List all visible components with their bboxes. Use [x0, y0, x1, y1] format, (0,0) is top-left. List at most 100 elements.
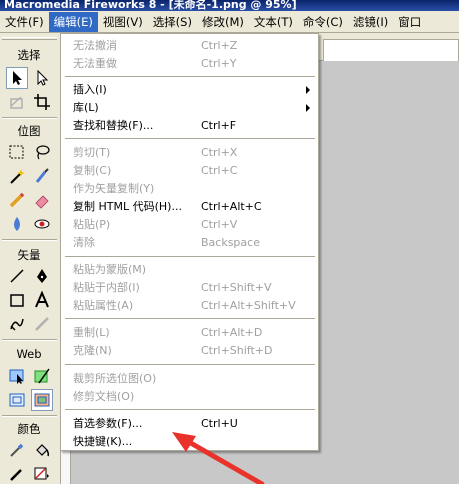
- menu-item-label: 粘贴属性(A): [73, 299, 134, 312]
- menu-item-label: 库(L): [73, 101, 99, 114]
- menu-item-shortcut: Ctrl+Shift+V: [201, 281, 272, 294]
- menu-item-clone[interactable]: 克隆(N) Ctrl+Shift+D: [62, 342, 317, 360]
- menu-item-copy-html[interactable]: 复制 HTML 代码(H)... Ctrl+Alt+C: [62, 198, 317, 216]
- menu-item-shortcut: Backspace: [201, 236, 260, 249]
- menu-window[interactable]: 窗口: [393, 12, 426, 32]
- menu-item-cut[interactable]: 剪切(T) Ctrl+X: [62, 144, 317, 162]
- menu-edit[interactable]: 编辑(E): [48, 11, 98, 32]
- menu-item-label: 重制(L): [73, 326, 110, 339]
- menu-item-label: 复制 HTML 代码(H)...: [73, 200, 182, 213]
- menu-item-library[interactable]: 库(L): [62, 99, 317, 117]
- fill-color-icon[interactable]: [31, 463, 53, 484]
- panel-grip[interactable]: [2, 37, 57, 40]
- menu-item-duplicate[interactable]: 重制(L) Ctrl+Alt+D: [62, 324, 317, 342]
- menu-item-find-replace[interactable]: 查找和替换(F)... Ctrl+F: [62, 117, 317, 135]
- menu-separator: [65, 364, 315, 365]
- menu-item-label: 修剪文档(O): [73, 390, 135, 403]
- menu-item-copy[interactable]: 复制(C) Ctrl+C: [62, 162, 317, 180]
- window-title-bar: Macromedia Fireworks 8 - [未命名-1.png @ 95…: [0, 0, 459, 11]
- edit-menu-dropdown: 无法撤消 Ctrl+Z 无法重做 Ctrl+Y 插入(I) 库(L) 查找和替换…: [60, 33, 319, 451]
- menu-item-paste-inside[interactable]: 粘贴于内部(I) Ctrl+Shift+V: [62, 279, 317, 297]
- line-tool-icon[interactable]: [6, 265, 28, 287]
- tools-section-web: Web: [16, 347, 42, 361]
- menu-filters[interactable]: 滤镜(I): [348, 12, 393, 32]
- tools-panel: 选择 位图 矢量 Web 颜色: [0, 33, 61, 484]
- menu-item-insert[interactable]: 插入(I): [62, 81, 317, 99]
- document-tab[interactable]: [323, 39, 459, 61]
- red-eye-tool-icon[interactable]: [31, 213, 53, 235]
- eraser-tool-icon[interactable]: [31, 189, 53, 211]
- menu-separator: [65, 409, 315, 410]
- tools-section-select: 选择: [17, 48, 41, 62]
- tools-separator: [2, 239, 57, 241]
- menu-item-label: 清除: [73, 236, 95, 249]
- menu-modify[interactable]: 修改(M): [197, 12, 249, 32]
- menu-separator: [65, 256, 315, 257]
- menu-select[interactable]: 选择(S): [148, 12, 197, 32]
- menu-item-shortcut: Ctrl+V: [201, 218, 238, 231]
- show-slices-icon[interactable]: [31, 389, 53, 411]
- menu-text[interactable]: 文本(T): [249, 12, 298, 32]
- menu-item-shortcut: Ctrl+Alt+Shift+V: [201, 299, 296, 312]
- menu-item-trim-document[interactable]: 修剪文档(O): [62, 388, 317, 406]
- pencil-tool-icon[interactable]: [6, 189, 28, 211]
- menu-item-label: 剪切(T): [73, 146, 111, 159]
- pointer-tool-icon[interactable]: [6, 67, 28, 89]
- rectangle-tool-icon[interactable]: [6, 289, 28, 311]
- menu-item-paste-attributes[interactable]: 粘贴属性(A) Ctrl+Alt+Shift+V: [62, 297, 317, 315]
- menu-item-shortcut: Ctrl+U: [201, 417, 238, 430]
- menu-item-label: 无法撤消: [73, 39, 117, 52]
- menu-item-shortcut: Ctrl+C: [201, 164, 238, 177]
- menu-item-paste[interactable]: 粘贴(P) Ctrl+V: [62, 216, 317, 234]
- menu-item-copy-as-vector[interactable]: 作为矢量复制(Y): [62, 180, 317, 198]
- tools-section-colors: 颜色: [17, 422, 41, 436]
- menu-separator: [65, 318, 315, 319]
- freeform-tool-icon[interactable]: [6, 313, 28, 335]
- eyedropper-tool-icon[interactable]: [6, 439, 28, 461]
- paint-bucket-icon[interactable]: [31, 439, 53, 461]
- text-tool-icon[interactable]: [31, 289, 53, 311]
- menu-item-keyboard-shortcuts[interactable]: 快捷键(K)...: [62, 433, 317, 451]
- window-title: Macromedia Fireworks 8 - [未命名-1.png @ 95…: [4, 0, 297, 11]
- menu-item-redo[interactable]: 无法重做 Ctrl+Y: [62, 55, 317, 73]
- crop-tool-icon[interactable]: [31, 91, 53, 113]
- knife-tool-icon[interactable]: [31, 313, 53, 335]
- menu-item-paste-as-mask[interactable]: 粘贴为蒙版(M): [62, 261, 317, 279]
- menu-item-clear[interactable]: 清除 Backspace: [62, 234, 317, 252]
- menu-file[interactable]: 文件(F): [0, 12, 49, 32]
- submenu-arrow-icon: [306, 104, 310, 112]
- menu-item-crop-bitmap[interactable]: 裁剪所选位图(O): [62, 370, 317, 388]
- tools-section-bitmap: 位图: [17, 124, 41, 138]
- pen-tool-icon[interactable]: [31, 265, 53, 287]
- menu-item-label: 裁剪所选位图(O): [73, 372, 157, 385]
- menu-item-label: 克隆(N): [73, 344, 112, 357]
- tools-section-vector: 矢量: [17, 248, 41, 262]
- blur-tool-icon[interactable]: [6, 213, 28, 235]
- menu-commands[interactable]: 命令(C): [298, 12, 348, 32]
- menu-item-shortcut: Ctrl+F: [201, 119, 237, 132]
- menu-item-label: 查找和替换(F)...: [73, 119, 154, 132]
- slice-tool-icon[interactable]: [31, 365, 53, 387]
- menu-item-label: 作为矢量复制(Y): [73, 182, 155, 195]
- scale-tool-icon[interactable]: [6, 91, 28, 113]
- menu-item-preferences[interactable]: 首选参数(F)... Ctrl+U: [62, 415, 317, 433]
- brush-tool-icon[interactable]: [31, 165, 53, 187]
- menu-item-label: 快捷键(K)...: [73, 435, 133, 448]
- magic-wand-icon[interactable]: [6, 165, 28, 187]
- lasso-tool-icon[interactable]: [31, 141, 53, 163]
- subselection-tool-icon[interactable]: [31, 67, 53, 89]
- menu-item-shortcut: Ctrl+Alt+C: [201, 200, 262, 213]
- menu-item-label: 粘贴于内部(I): [73, 281, 140, 294]
- menu-item-label: 粘贴为蒙版(M): [73, 263, 147, 276]
- menu-item-label: 粘贴(P): [73, 218, 111, 231]
- menu-item-shortcut: Ctrl+X: [201, 146, 238, 159]
- hide-slices-icon[interactable]: [6, 389, 28, 411]
- menu-item-undo[interactable]: 无法撤消 Ctrl+Z: [62, 37, 317, 55]
- menu-view[interactable]: 视图(V): [98, 12, 148, 32]
- stroke-color-icon[interactable]: [6, 463, 28, 484]
- menu-item-label: 无法重做: [73, 57, 117, 70]
- tools-separator: [2, 117, 57, 119]
- marquee-tool-icon[interactable]: [6, 141, 28, 163]
- tools-separator: [2, 339, 57, 341]
- hotspot-tool-icon[interactable]: [6, 365, 28, 387]
